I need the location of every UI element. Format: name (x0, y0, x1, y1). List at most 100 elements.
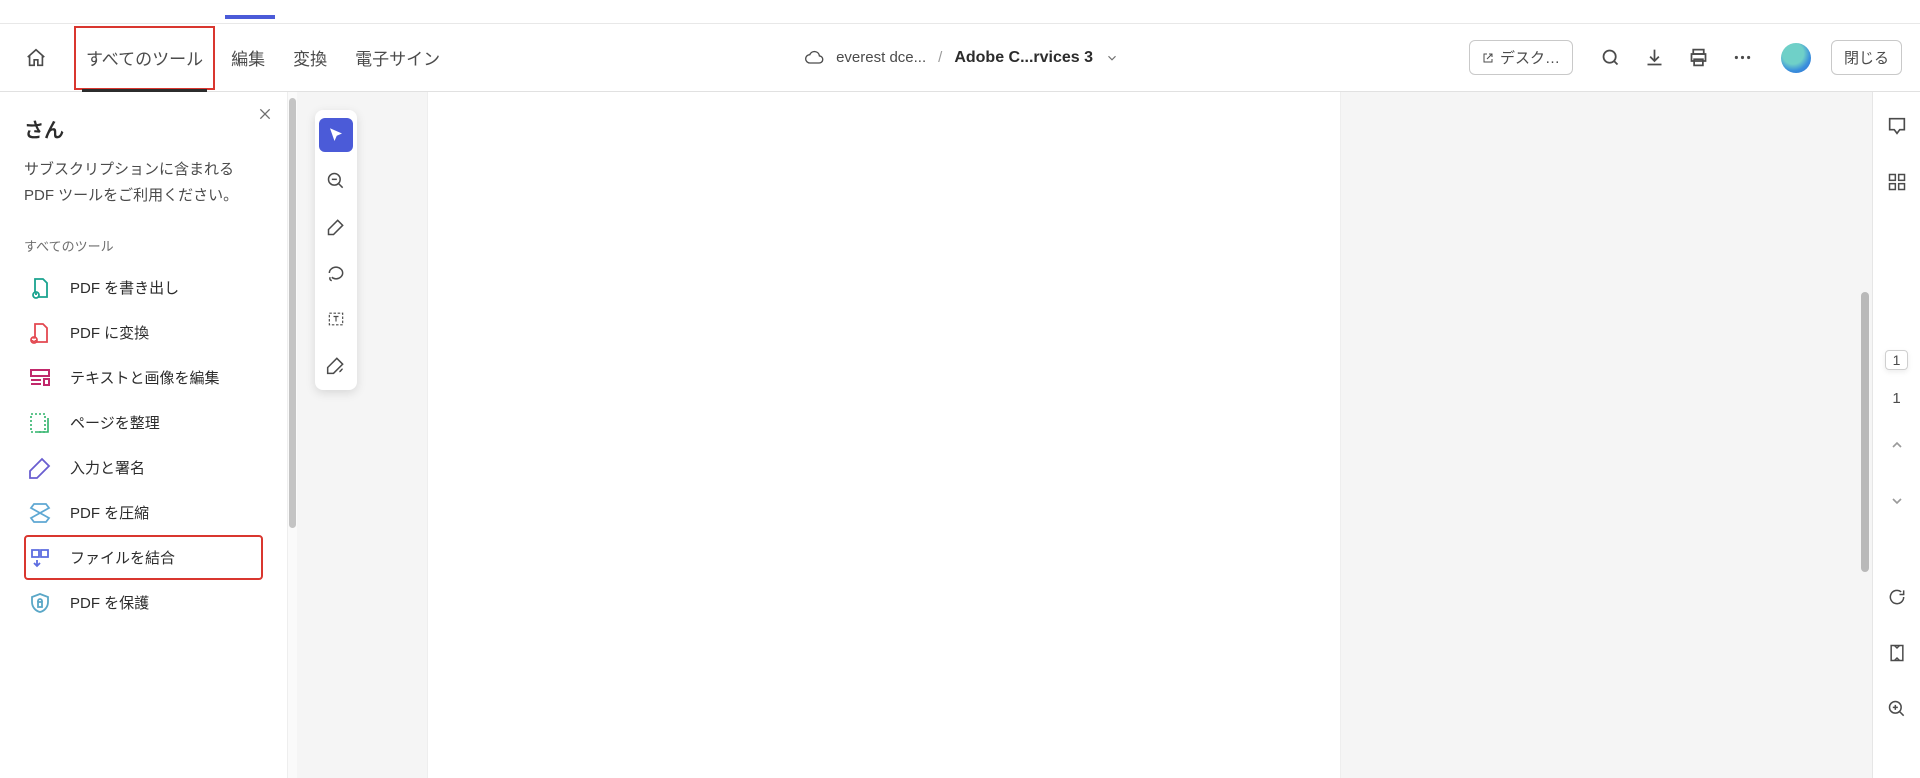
export-pdf-icon (28, 276, 52, 300)
browser-tabstrip (0, 0, 1920, 24)
close-button-label: 閉じる (1844, 50, 1889, 67)
fit-page-button[interactable] (1879, 635, 1915, 671)
tool-row-edit-text-image[interactable]: テキストと画像を編集 (24, 355, 263, 400)
tool-label: PDF に変換 (70, 322, 149, 343)
zoom-in-button[interactable] (1879, 691, 1915, 727)
compress-pdf-icon (28, 501, 52, 525)
tool-select[interactable] (319, 118, 353, 152)
breadcrumb-separator: / (938, 49, 942, 66)
nav-tab-convert[interactable]: 変換 (279, 24, 341, 92)
tool-label: ページを整理 (70, 412, 160, 433)
tool-text-box[interactable] (319, 302, 353, 336)
fit-page-icon (1887, 643, 1907, 663)
sidebar-title: さん (24, 114, 263, 143)
total-pages: 1 (1892, 390, 1900, 407)
nav-tab-label: 変換 (293, 45, 327, 70)
home-button[interactable] (18, 40, 54, 76)
convert-pdf-icon (28, 321, 52, 345)
tool-row-protect-pdf[interactable]: PDF を保護 (24, 580, 263, 625)
tab-active-indicator (225, 15, 275, 19)
sidebar-close-button[interactable] (257, 106, 273, 122)
nav-tab-esign[interactable]: 電子サイン (341, 24, 454, 92)
tool-row-organize-pages[interactable]: ページを整理 (24, 400, 263, 445)
main-area: さん サブスクリプションに含まれる PDF ツールをご利用ください。 すべてのツ… (0, 92, 1920, 778)
current-page-indicator[interactable]: 1 (1885, 350, 1909, 370)
tools-sidebar: さん サブスクリプションに含まれる PDF ツールをご利用ください。 すべてのツ… (0, 92, 288, 778)
close-button[interactable]: 閉じる (1831, 40, 1902, 75)
cursor-icon (327, 126, 345, 144)
sign-icon (326, 355, 346, 375)
zoom-out-icon (326, 171, 346, 191)
sidebar-scrollbar[interactable] (288, 92, 297, 778)
canvas-scrollbar-thumb[interactable] (1861, 292, 1869, 572)
tool-label: PDF を書き出し (70, 277, 179, 298)
chevron-up-icon (1889, 437, 1905, 453)
open-desktop-label: デスク… (1500, 47, 1560, 68)
more-button[interactable] (1725, 40, 1761, 76)
avatar[interactable] (1781, 43, 1811, 73)
more-horizontal-icon (1732, 47, 1753, 68)
combine-files-icon (28, 546, 52, 570)
nav-tab-all-tools[interactable]: すべてのツール (72, 24, 217, 92)
close-icon (257, 106, 273, 122)
tool-row-combine-files[interactable]: ファイルを結合 (24, 535, 263, 580)
fill-sign-icon (28, 456, 52, 480)
tool-zoom-out[interactable] (319, 164, 353, 198)
document-canvas (297, 92, 1872, 778)
tool-row-fill-sign[interactable]: 入力と署名 (24, 445, 263, 490)
nav-tabs: すべてのツール 編集 変換 電子サイン (72, 24, 454, 92)
sidebar-description: サブスクリプションに含まれる PDF ツールをご利用ください。 (24, 157, 263, 208)
comment-icon (1886, 115, 1908, 137)
page-down-button[interactable] (1879, 483, 1915, 519)
page-up-button[interactable] (1879, 427, 1915, 463)
rotate-button[interactable] (1879, 579, 1915, 615)
chevron-down-icon (1889, 493, 1905, 509)
pencil-icon (326, 217, 346, 237)
download-icon (1644, 47, 1665, 68)
tool-sign[interactable] (319, 348, 353, 382)
grid-icon (1887, 172, 1907, 192)
tool-row-compress-pdf[interactable]: PDF を圧縮 (24, 490, 263, 535)
tool-label: ファイルを結合 (70, 547, 175, 568)
search-button[interactable] (1593, 40, 1629, 76)
tool-draw[interactable] (319, 210, 353, 244)
zoom-in-icon (1887, 699, 1907, 719)
tool-row-convert-pdf[interactable]: PDF に変換 (24, 310, 263, 355)
tool-label: 入力と署名 (70, 457, 145, 478)
breadcrumb: everest dce... / Adobe C...rvices 3 (804, 48, 1119, 68)
print-icon (1688, 47, 1709, 68)
text-box-icon (326, 309, 346, 329)
tool-row-export-pdf[interactable]: PDF を書き出し (24, 265, 263, 310)
chevron-down-icon[interactable] (1105, 51, 1119, 65)
nav-tab-label: 電子サイン (355, 45, 440, 70)
download-button[interactable] (1637, 40, 1673, 76)
tool-label: PDF を圧縮 (70, 502, 149, 523)
edit-text-image-icon (28, 366, 52, 390)
nav-tab-label: 編集 (231, 45, 265, 70)
nav-tab-label: すべてのツール (86, 45, 203, 70)
sidebar-scrollbar-thumb[interactable] (289, 98, 296, 528)
tool-lasso[interactable] (319, 256, 353, 290)
document-page[interactable] (427, 92, 1341, 778)
thumbnails-panel-button[interactable] (1879, 164, 1915, 200)
cloud-icon (804, 48, 824, 68)
tool-label: PDF を保護 (70, 592, 149, 613)
nav-tab-edit[interactable]: 編集 (217, 24, 279, 92)
rotate-icon (1887, 587, 1907, 607)
right-rail: 1 1 (1872, 92, 1920, 778)
breadcrumb-doc[interactable]: Adobe C...rvices 3 (954, 49, 1093, 67)
protect-pdf-icon (28, 591, 52, 615)
print-button[interactable] (1681, 40, 1717, 76)
open-external-icon (1482, 50, 1494, 66)
floating-toolbar (315, 110, 357, 390)
canvas-scrollbar[interactable] (1858, 92, 1872, 778)
app-toolbar: すべてのツール 編集 変換 電子サイン everest dce... / Ado… (0, 24, 1920, 92)
organize-pages-icon (28, 411, 52, 435)
tool-label: テキストと画像を編集 (70, 367, 220, 388)
tool-list: PDF を書き出し PDF に変換テキストと画像を編集ページを整理入力と署名 PDF… (24, 265, 263, 625)
breadcrumb-source[interactable]: everest dce... (836, 49, 926, 66)
comments-panel-button[interactable] (1879, 108, 1915, 144)
lasso-icon (326, 263, 346, 283)
open-desktop-button[interactable]: デスク… (1469, 40, 1573, 75)
search-icon (1600, 47, 1621, 68)
